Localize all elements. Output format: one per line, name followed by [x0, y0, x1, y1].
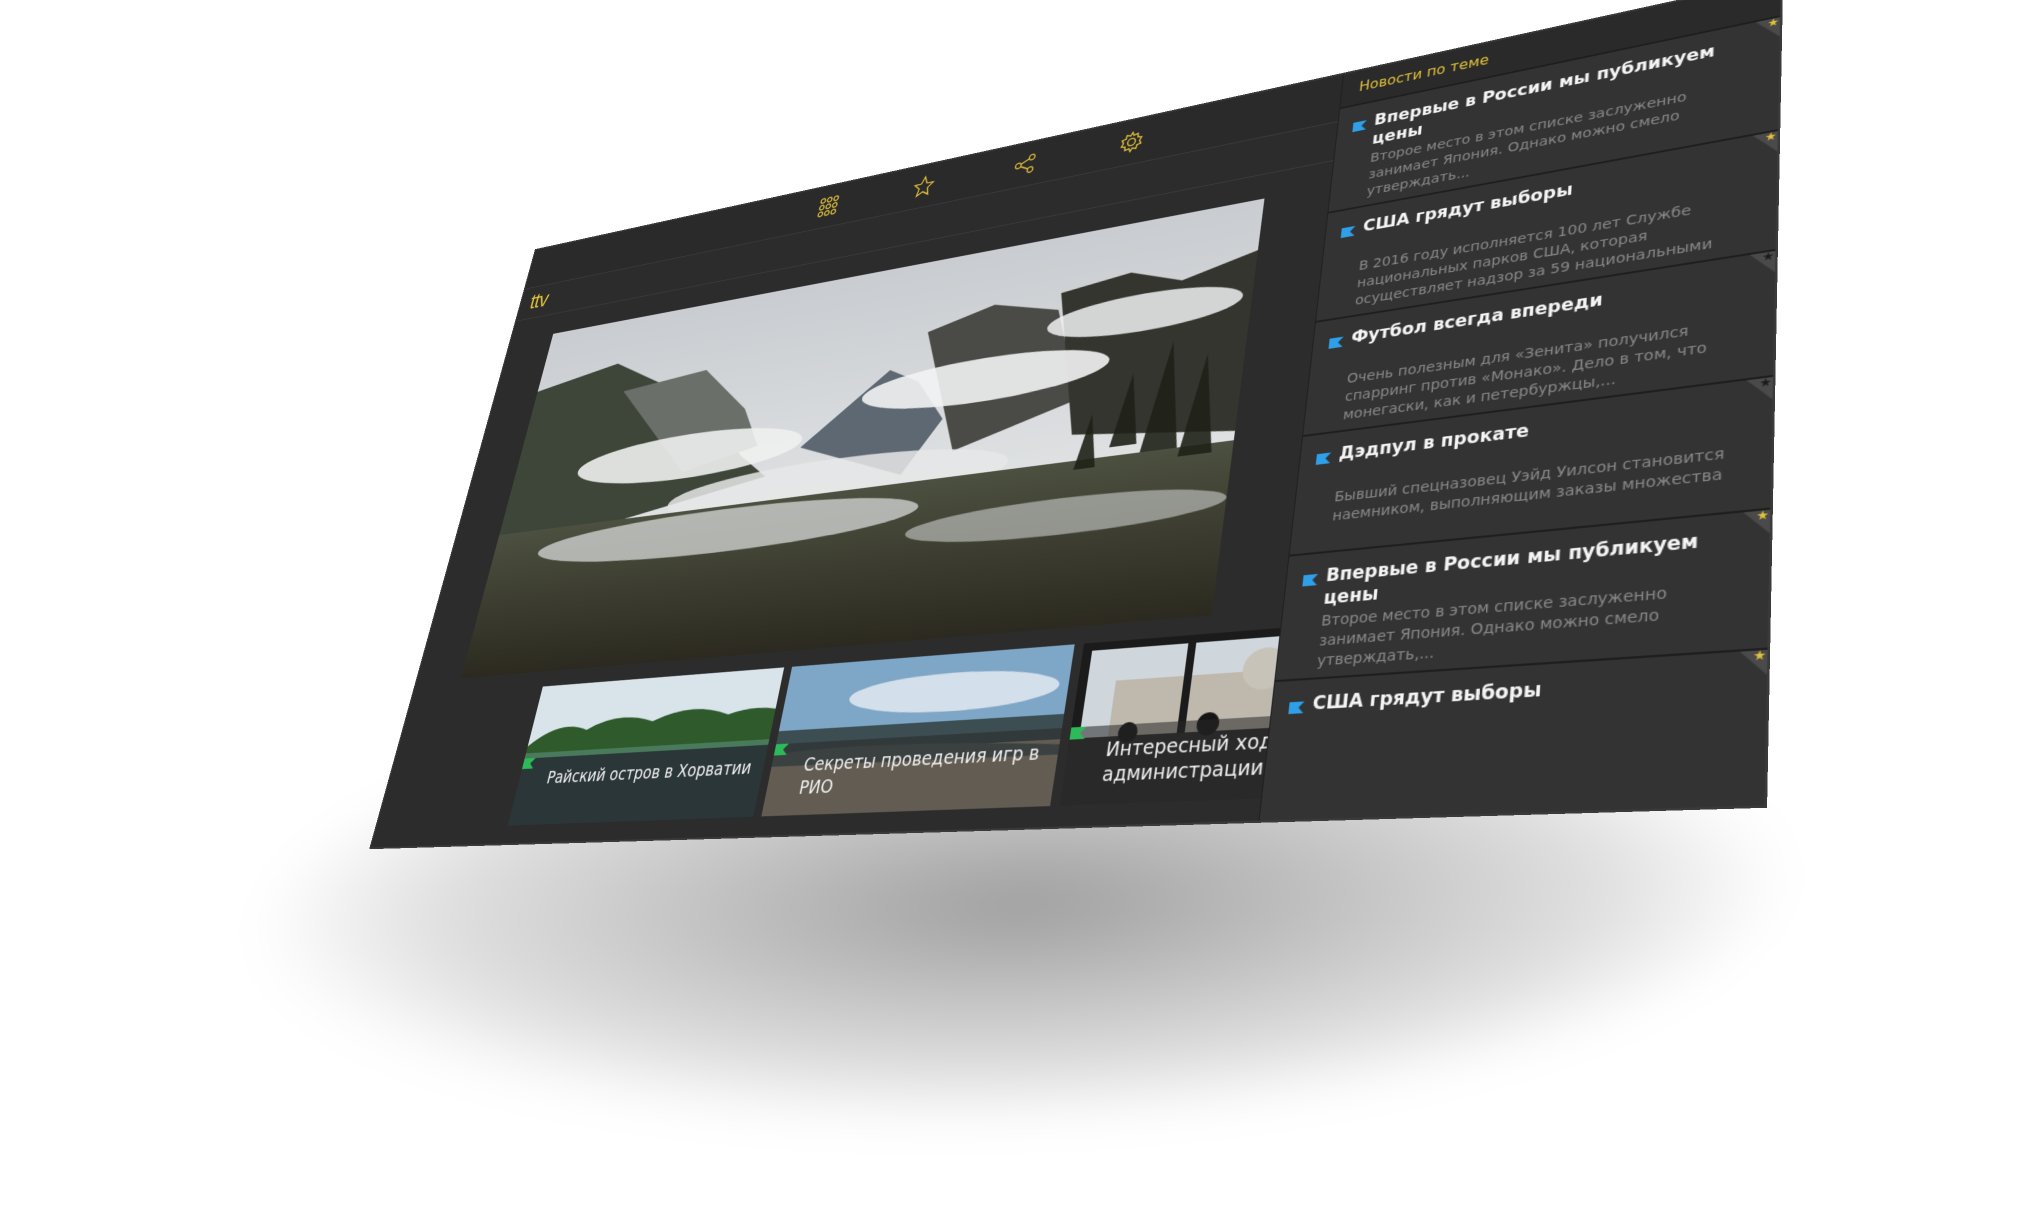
flag-icon [773, 743, 789, 756]
star-badge-icon[interactable]: ★ [1767, 16, 1779, 30]
news-title: США грядут выборы [1311, 679, 1543, 715]
star-icon[interactable] [909, 171, 938, 200]
flag-icon [1328, 336, 1344, 349]
flag-icon [1302, 573, 1319, 587]
share-icon[interactable] [1010, 149, 1040, 179]
thumbnail-card[interactable]: Райский остров в Хорватии [507, 667, 785, 826]
flag-icon [1288, 701, 1305, 715]
grid-icon[interactable] [814, 192, 842, 221]
scene: ttv Райский остров в Хорватии Секреты пр… [0, 0, 2028, 1212]
related-news-sidebar: Новости по теме ★ Впервые в России мы пу… [1258, 0, 1781, 821]
thumbnail-title: Райский остров в Хорватии [544, 757, 754, 788]
thumbnail-title: Секреты проведения игр в РИО [797, 742, 1042, 799]
news-excerpt [1302, 721, 1733, 805]
thumbnail-caption: Райский остров в Хорватии [507, 744, 769, 826]
flag-icon [1069, 726, 1087, 740]
app-screen: ttv Райский остров в Хорватии Секреты пр… [370, 0, 1781, 848]
flag-icon [1352, 120, 1367, 133]
star-badge-icon[interactable]: ★ [1759, 375, 1772, 390]
star-badge-icon[interactable]: ★ [1765, 129, 1777, 144]
flag-icon [1315, 452, 1332, 465]
star-badge-icon[interactable]: ★ [1762, 249, 1774, 264]
flag-icon [1340, 225, 1356, 239]
app-logo[interactable]: ttv [527, 287, 551, 314]
star-badge-icon[interactable]: ★ [1756, 508, 1769, 524]
settings-icon[interactable] [1116, 126, 1147, 157]
thumbnail-card[interactable]: Секреты проведения игр в РИО [761, 644, 1075, 817]
flag-icon [522, 757, 536, 770]
star-badge-icon[interactable]: ★ [1753, 648, 1766, 664]
